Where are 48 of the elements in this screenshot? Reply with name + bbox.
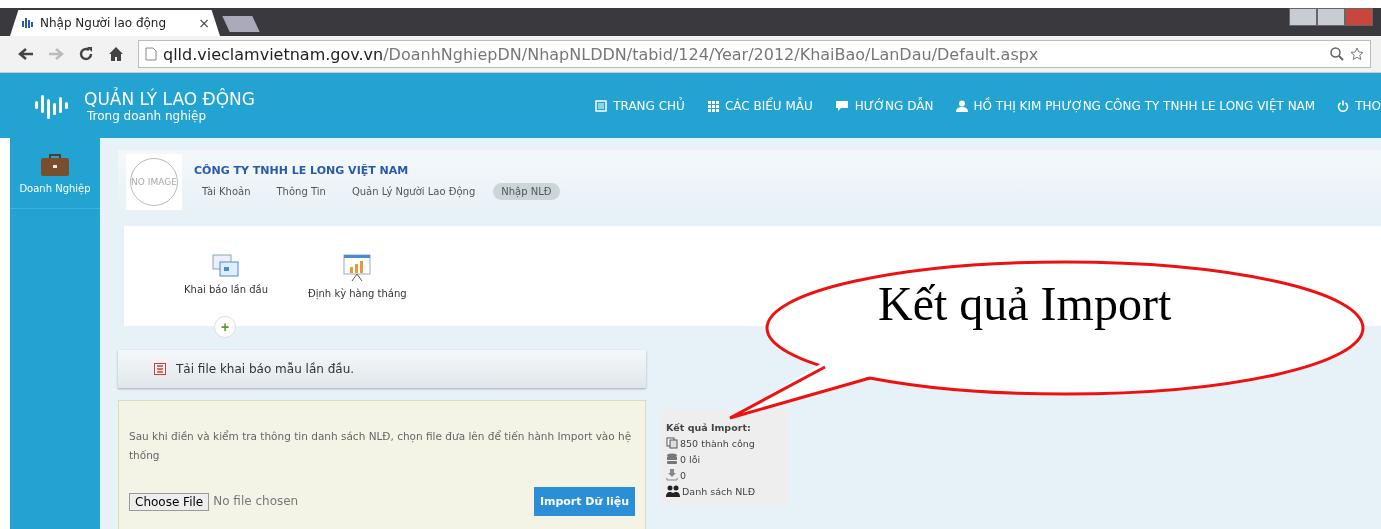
people-icon [666, 485, 680, 497]
user-icon [955, 99, 968, 112]
minimize-button[interactable] [1289, 8, 1317, 26]
result-line: 850 thành công [680, 437, 755, 449]
chart-board-icon [343, 254, 372, 282]
result-line: Danh sách NLĐ [682, 485, 755, 497]
grid-icon [706, 99, 719, 112]
list-icon [154, 363, 166, 375]
company-tab[interactable]: Thông Tin [268, 183, 334, 200]
result-line: 0 lỗi [680, 453, 701, 465]
power-icon [1337, 99, 1350, 112]
company-tab[interactable]: Tài Khoản [194, 183, 259, 200]
copy-icon [666, 437, 678, 449]
browser-tab[interactable]: Nhập Người lao động × [10, 10, 220, 36]
page-icon [595, 99, 608, 112]
result-title: Kết quả Import: [666, 422, 752, 433]
download-icon [666, 469, 678, 481]
choose-file-button[interactable]: Choose File [129, 492, 210, 511]
chat-icon [834, 99, 849, 112]
callout-text: Kết quả Import [878, 276, 1172, 331]
zoom-icon[interactable] [1330, 47, 1344, 61]
home-icon[interactable] [108, 46, 124, 62]
tab-title: Nhập Người lao động [40, 16, 168, 30]
app-title: QUẢN LÝ LAO ĐỘNG [84, 88, 255, 109]
page-icon [145, 47, 157, 61]
app-subtitle: Trong doanh nghiệp [86, 108, 208, 123]
add-button[interactable]: + [214, 316, 236, 338]
download-label: Tải file khai báo mẫu lần đầu. [176, 362, 355, 376]
result-line: 0 [680, 469, 687, 481]
company-name: CÔNG TY TNHH LE LONG VIỆT NAM [194, 164, 410, 177]
step-button[interactable]: Định kỳ hàng tháng [308, 254, 407, 326]
database-icon [666, 453, 678, 465]
back-icon[interactable] [18, 47, 34, 61]
upload-instructions: Sau khi điền và kiểm tra thông tin danh sách NLĐ, chọn file đưa lên để tiến hành Import vào hệ thống [129, 429, 633, 463]
company-tab[interactable]: Nhập NLĐ [493, 183, 560, 200]
address-bar[interactable]: qlld.vieclamvietnam.gov.vn/DoanhNghiepDN/NhapNLDDN/tabid/124/Year/2012/KhaiBao/LanDau/Default.aspx [138, 40, 1371, 68]
briefcase-icon [40, 152, 70, 177]
new-tab-button[interactable] [222, 16, 260, 32]
file-status: No file chosen [213, 493, 299, 510]
forms-icon [212, 254, 240, 278]
reload-icon[interactable] [78, 46, 94, 62]
bars-logo-icon [20, 17, 34, 29]
maximize-button[interactable] [1317, 8, 1345, 26]
star-icon[interactable] [1350, 47, 1364, 61]
close-tab-button[interactable]: × [198, 15, 210, 31]
url-text: qlld.vieclamvietnam.gov.vn/DoanhNghiepDN/NhapNLDDN/tabid/124/Year/2012/KhaiBao/LanDau/Default.aspx [163, 44, 1039, 64]
company-tab[interactable]: Quản Lý Người Lao Động [343, 183, 484, 200]
download-bar[interactable]: Tải file khai báo mẫu lần đầu. [118, 350, 646, 388]
